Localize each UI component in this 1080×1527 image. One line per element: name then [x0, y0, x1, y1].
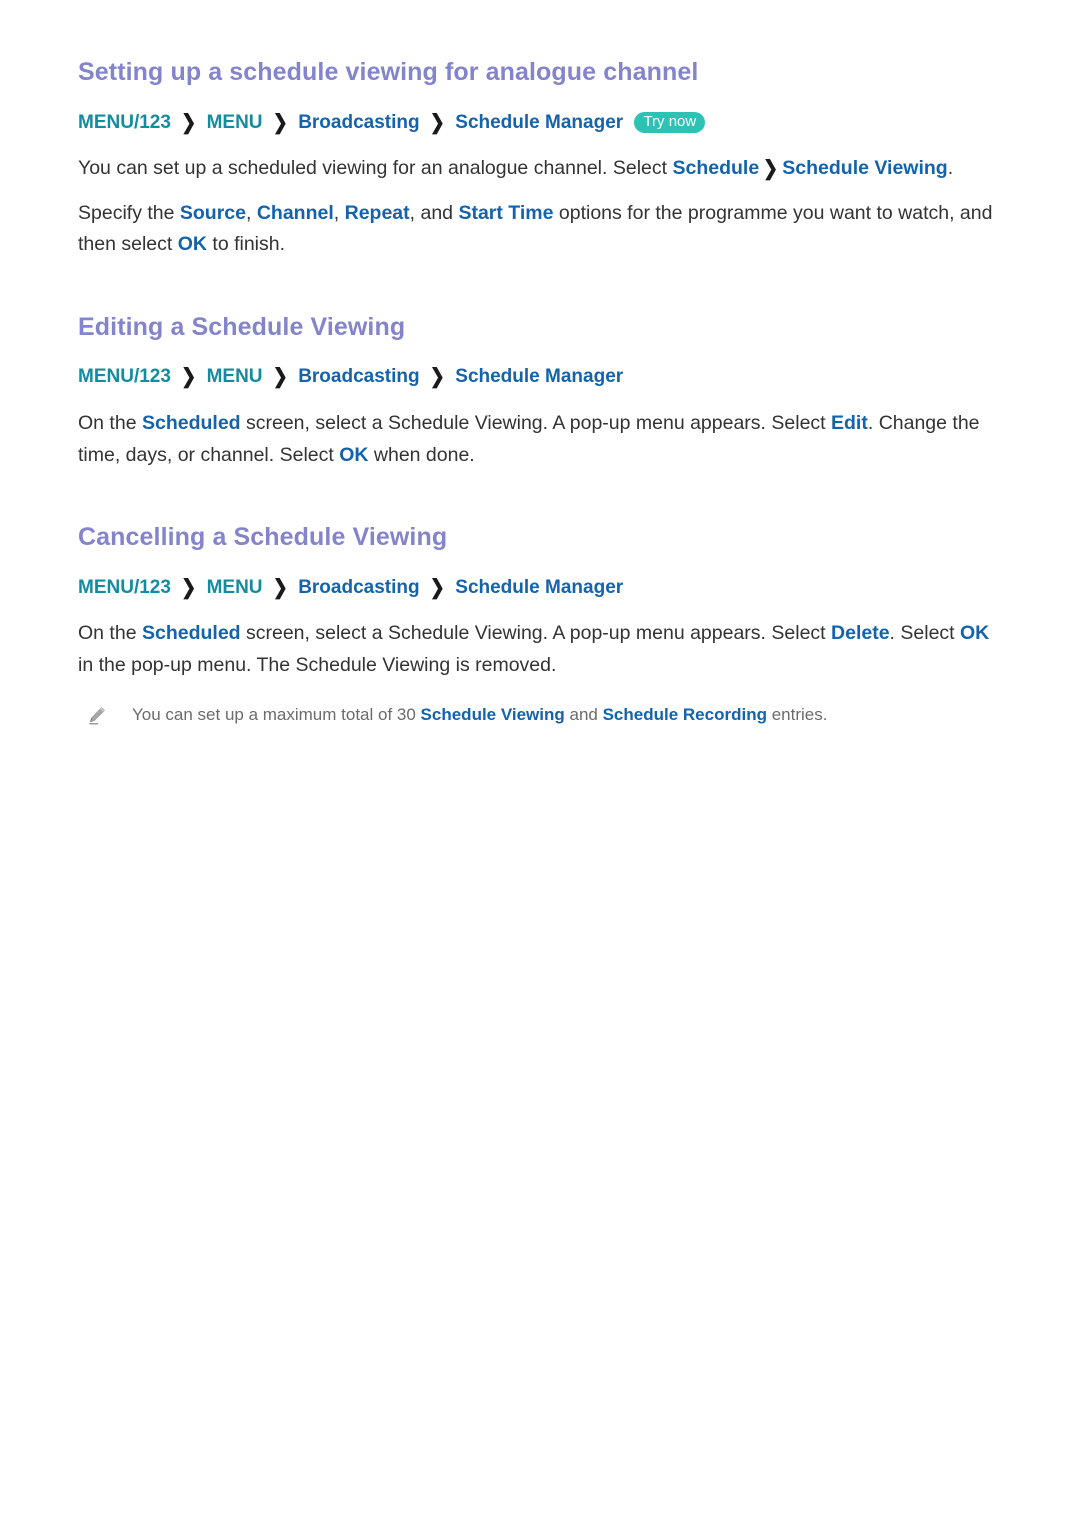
breadcrumb-item-schedule-manager[interactable]: Schedule Manager — [455, 112, 623, 133]
breadcrumb-item-schedule-manager[interactable]: Schedule Manager — [455, 577, 623, 598]
keyword-ok[interactable]: OK — [339, 444, 368, 466]
text-run: . — [947, 157, 954, 180]
breadcrumb-item-menu[interactable]: MENU — [207, 577, 263, 598]
breadcrumb-item-menu[interactable]: MENU — [207, 112, 263, 133]
breadcrumb-item-broadcasting[interactable]: Broadcasting — [298, 577, 419, 598]
text-run: You can set up a scheduled viewing for a… — [78, 157, 673, 180]
text-run: You can set up a maximum total of 30 — [132, 704, 421, 724]
keyword-repeat[interactable]: Repeat — [345, 202, 410, 224]
section-title-cancelling: Cancelling a Schedule Viewing — [78, 523, 448, 552]
page-title: Setting up a schedule viewing for analog… — [78, 58, 699, 86]
section-cancelling-a-schedule-viewing: Cancelling a Schedule Viewing MENU/123 ❯… — [78, 523, 1008, 727]
text-run: and — [564, 704, 603, 724]
chevron-right-icon: ❯ — [181, 364, 197, 388]
chevron-right-icon: ❯ — [181, 109, 197, 133]
chevron-right-icon: ❯ — [763, 156, 779, 180]
text-run: entries. — [766, 704, 828, 724]
breadcrumb-item-menu123[interactable]: MENU/123 — [78, 112, 171, 133]
paragraph-schedule-viewing-intro: You can set up a scheduled viewing for a… — [78, 153, 1008, 185]
keyword-source[interactable]: Source — [180, 202, 246, 224]
chevron-right-icon: ❯ — [429, 109, 445, 133]
breadcrumb: MENU/123 ❯ MENU ❯ Broadcasting ❯ Schedul… — [78, 110, 1008, 136]
section-editing-a-schedule-viewing: Editing a Schedule Viewing MENU/123 ❯ ME… — [78, 313, 1008, 471]
keyword-schedule[interactable]: Schedule — [672, 157, 759, 179]
chevron-right-icon: ❯ — [272, 109, 288, 133]
breadcrumb-item-menu123[interactable]: MENU/123 — [78, 577, 171, 598]
keyword-scheduled[interactable]: Scheduled — [142, 412, 241, 434]
chevron-right-icon: ❯ — [272, 364, 288, 388]
keyword-start-time[interactable]: Start Time — [458, 202, 553, 224]
text-run: , — [246, 201, 257, 224]
text-run: when done. — [368, 443, 475, 466]
keyword-schedule-viewing[interactable]: Schedule Viewing — [421, 705, 565, 724]
keyword-channel[interactable]: Channel — [257, 202, 334, 224]
text-run: to finish. — [206, 233, 286, 256]
text-run: On the — [78, 622, 142, 645]
text-run: . Select — [889, 622, 960, 645]
keyword-schedule-recording[interactable]: Schedule Recording — [603, 705, 767, 724]
breadcrumb-item-schedule-manager[interactable]: Schedule Manager — [455, 366, 623, 387]
text-run: , — [333, 201, 345, 224]
breadcrumb-item-menu[interactable]: MENU — [207, 366, 263, 387]
text-run: screen, select a Schedule Viewing. A pop… — [240, 622, 832, 645]
paragraph-editing-instructions: On the Scheduled screen, select a Schedu… — [78, 408, 1008, 471]
breadcrumb-item-menu123[interactable]: MENU/123 — [78, 366, 171, 387]
document-page: Setting up a schedule viewing for analog… — [0, 0, 1080, 1527]
keyword-ok[interactable]: OK — [960, 622, 989, 644]
paragraph-schedule-viewing-options: Specify the Source, Channel, Repeat, and… — [78, 198, 1008, 261]
breadcrumb-item-broadcasting[interactable]: Broadcasting — [298, 366, 419, 387]
chevron-right-icon: ❯ — [429, 575, 445, 599]
note-text: You can set up a maximum total of 30 Sch… — [132, 702, 827, 728]
chevron-right-icon: ❯ — [429, 364, 445, 388]
section-title-editing: Editing a Schedule Viewing — [78, 312, 406, 341]
chevron-right-icon: ❯ — [272, 575, 288, 599]
keyword-edit[interactable]: Edit — [831, 412, 868, 434]
keyword-scheduled[interactable]: Scheduled — [142, 622, 241, 644]
text-run: , and — [409, 201, 459, 224]
breadcrumb: MENU/123 ❯ MENU ❯ Broadcasting ❯ Schedul… — [78, 575, 1008, 601]
section-setting-up-schedule-viewing-analogue: Setting up a schedule viewing for analog… — [78, 58, 1008, 261]
text-run: screen, select a Schedule Viewing. A pop… — [240, 412, 832, 435]
breadcrumb: MENU/123 ❯ MENU ❯ Broadcasting ❯ Schedul… — [78, 364, 1008, 390]
text-run: On the — [78, 412, 142, 435]
breadcrumb-item-broadcasting[interactable]: Broadcasting — [298, 112, 419, 133]
note-row: You can set up a maximum total of 30 Sch… — [86, 702, 1008, 728]
pencil-icon — [86, 705, 108, 727]
keyword-schedule-viewing[interactable]: Schedule Viewing — [782, 157, 947, 179]
text-run: Specify the — [78, 201, 180, 224]
text-run: in the pop-up menu. The Schedule Viewing… — [78, 654, 557, 676]
keyword-delete[interactable]: Delete — [831, 622, 890, 644]
paragraph-cancelling-instructions: On the Scheduled screen, select a Schedu… — [78, 618, 1008, 681]
try-now-badge[interactable]: Try now — [634, 111, 706, 134]
keyword-ok[interactable]: OK — [178, 233, 207, 255]
chevron-right-icon: ❯ — [181, 575, 197, 599]
